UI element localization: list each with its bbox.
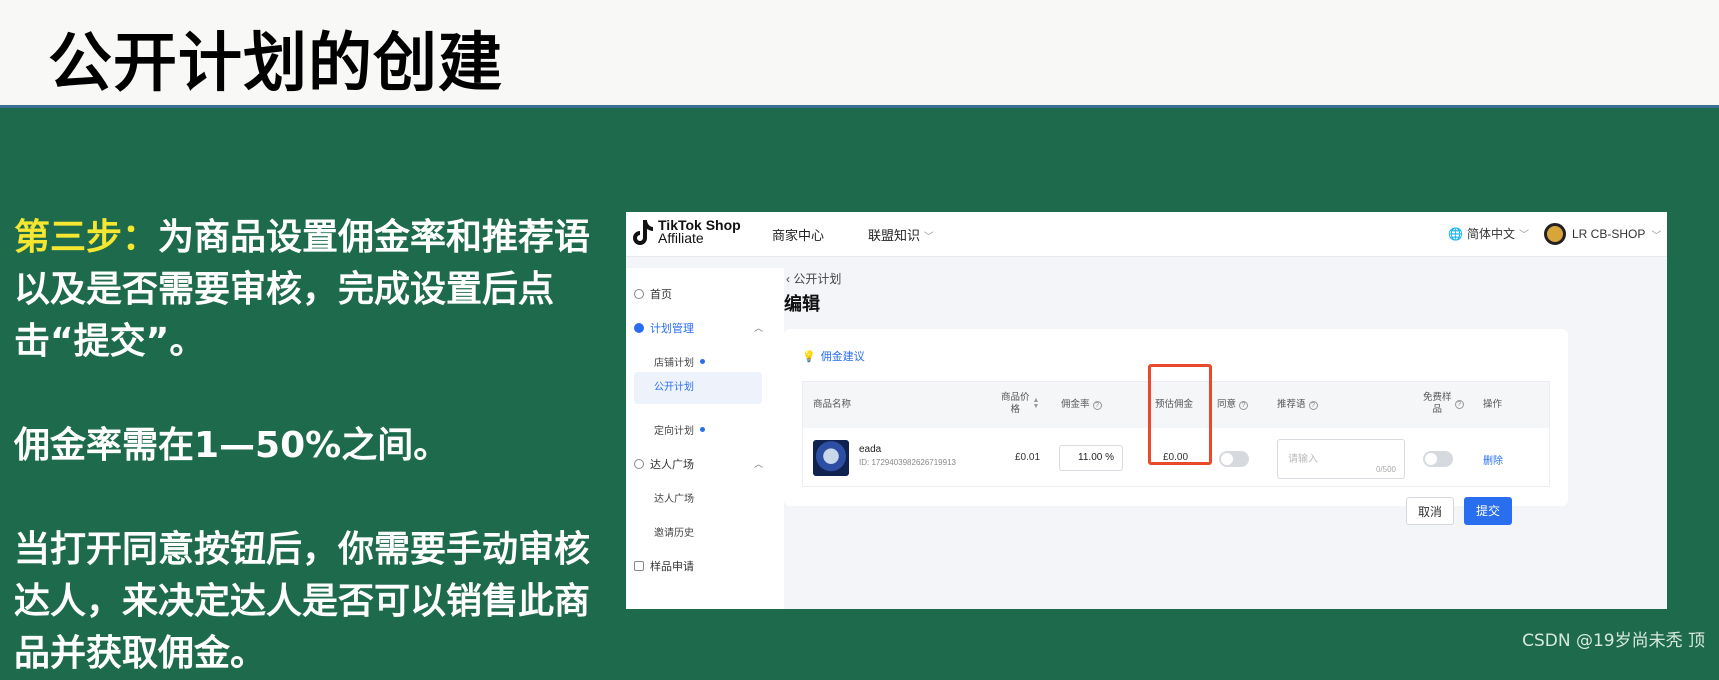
page-title: 编辑 xyxy=(784,294,820,314)
step-paragraph: 第三步：为商品设置佣金率和推荐语以及是否需要审核，完成设置后点击“提交”。 xyxy=(14,212,594,368)
slide-instructions: 第三步：为商品设置佣金率和推荐语以及是否需要审核，完成设置后点击“提交”。 佣金… xyxy=(14,212,594,680)
sample-icon xyxy=(634,561,644,571)
new-dot-icon xyxy=(700,359,705,364)
search-icon xyxy=(634,459,644,469)
approve-toggle[interactable] xyxy=(1219,451,1249,467)
chevron-up-icon[interactable]: ︿ xyxy=(754,457,763,470)
product-name: eada xyxy=(859,444,882,455)
chevron-up-icon[interactable]: ︿ xyxy=(754,321,763,334)
language-selector[interactable]: 🌐 简体中文 ﹀ xyxy=(1448,225,1529,242)
app-screenshot: TikTok Shop Affiliate 商家中心 联盟知识 ﹀ 🌐 简体中文… xyxy=(626,212,1667,609)
sort-icon[interactable]: ▲ ▼ xyxy=(1033,397,1040,410)
avatar xyxy=(1544,223,1566,245)
rate-note: 佣金率需在1—50%之间。 xyxy=(14,425,450,466)
nav-merchant-center[interactable]: 商家中心 xyxy=(772,225,824,244)
col-pitch: 推荐语? xyxy=(1277,399,1318,411)
sidebar-item-store-plan[interactable]: 店铺计划 xyxy=(654,354,705,369)
pitch-input[interactable]: 请输入 0/500 xyxy=(1277,439,1405,479)
submit-button[interactable]: 提交 xyxy=(1464,497,1512,525)
col-product-name: 商品名称 xyxy=(813,399,852,410)
section-label: 💡 佣金建议 xyxy=(802,350,865,364)
col-free-sample: 免费样品 ? xyxy=(1423,392,1464,416)
logo-line2: Affiliate xyxy=(658,230,704,246)
chevron-down-icon: ﹀ xyxy=(1518,230,1529,241)
help-icon[interactable]: ? xyxy=(1239,400,1249,410)
help-icon[interactable]: ? xyxy=(1454,399,1464,409)
sidebar-item-plan-management[interactable]: 计划管理 xyxy=(634,320,694,336)
product-id: ID: 1729403982626719913 xyxy=(859,458,956,467)
sidebar-item-public-plan[interactable]: 公开计划 xyxy=(634,372,762,404)
globe-icon: 🌐 xyxy=(1448,226,1463,241)
col-price[interactable]: 商品价格 ▲ ▼ xyxy=(1001,392,1039,416)
approve-highlight-box xyxy=(1148,364,1212,465)
review-note: 当打开同意按钮后，你需要手动审核达人，来决定达人是否可以销售此商品并获取佣金。 xyxy=(14,529,591,674)
tiktok-icon xyxy=(633,220,653,245)
sidebar-item-sample-request[interactable]: 样品申请 xyxy=(634,558,694,574)
delete-link[interactable]: 删除 xyxy=(1483,452,1503,467)
sidebar-item-targeted-plan[interactable]: 定向计划 xyxy=(654,422,705,437)
product-thumbnail[interactable] xyxy=(813,440,849,476)
help-icon[interactable]: ? xyxy=(1092,400,1102,410)
watermark: CSDN @19岁尚未秃 顶 xyxy=(1522,631,1705,651)
shop-account-menu[interactable]: LR CB-SHOP ﹀ xyxy=(1544,223,1661,245)
top-nav: TikTok Shop Affiliate 商家中心 联盟知识 ﹀ 🌐 简体中文… xyxy=(626,212,1667,257)
chevron-down-icon: ﹀ xyxy=(1651,230,1662,242)
free-sample-toggle[interactable] xyxy=(1423,451,1453,467)
nav-alliance-knowledge[interactable]: 联盟知识 ﹀ xyxy=(868,225,934,244)
new-dot-icon xyxy=(700,427,705,432)
sidebar-item-creator-plaza-group[interactable]: 达人广场 xyxy=(634,456,694,472)
chevron-down-icon: ﹀ xyxy=(923,232,934,243)
col-actions: 操作 xyxy=(1483,399,1503,410)
lightbulb-icon: 💡 xyxy=(802,350,816,363)
product-price: £0.01 xyxy=(1015,452,1041,463)
breadcrumb[interactable]: ‹ 公开计划 xyxy=(786,270,841,287)
pitch-char-count: 0/500 xyxy=(1375,465,1396,474)
cancel-button[interactable]: 取消 xyxy=(1406,497,1454,525)
help-icon[interactable]: ? xyxy=(1308,400,1318,410)
sidebar-item-creator-plaza[interactable]: 达人广场 xyxy=(654,490,694,505)
pitch-placeholder: 请输入 xyxy=(1288,454,1318,465)
plan-icon xyxy=(634,323,644,333)
sidebar: 首页 计划管理 ︿ 店铺计划 公开计划 定向计划 达人广场 ︿ 达人广场 邀请历… xyxy=(626,268,784,609)
slide-title-bar: 公开计划的创建 xyxy=(0,0,1719,108)
col-commission-rate: 佣金率? xyxy=(1061,399,1102,411)
sidebar-item-invite-history[interactable]: 邀请历史 xyxy=(654,524,694,539)
home-icon xyxy=(634,289,644,299)
slide-title: 公开计划的创建 xyxy=(48,27,503,101)
commission-rate-input[interactable]: 11.00 % xyxy=(1059,445,1123,471)
tiktok-logo[interactable]: TikTok Shop Affiliate xyxy=(632,218,741,246)
sidebar-item-home[interactable]: 首页 xyxy=(634,286,672,302)
step-label: 第三步： xyxy=(14,217,159,258)
col-approve: 同意? xyxy=(1217,399,1249,411)
